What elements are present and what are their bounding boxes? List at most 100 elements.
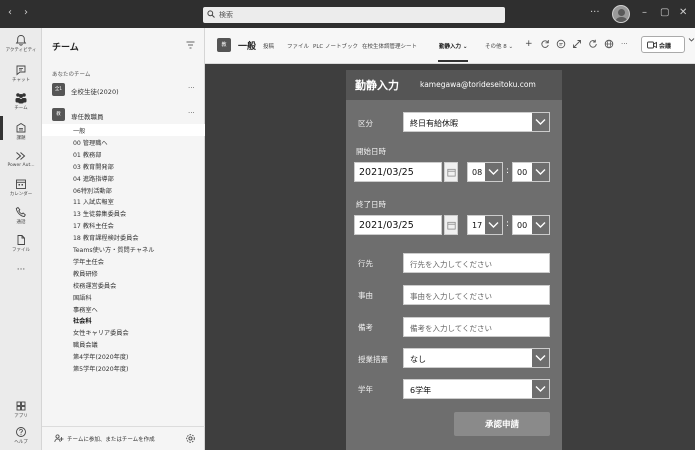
power-automate-icon xyxy=(16,152,26,160)
rail-item-assignments[interactable]: 課題 xyxy=(0,122,42,141)
channel-item[interactable]: 校務運営委員会 xyxy=(73,281,116,290)
rail-item-calls[interactable]: 通話 xyxy=(0,206,42,225)
channel-item[interactable]: 01 教務部 xyxy=(73,150,101,159)
channel-item[interactable]: 第4学年(2020年度) xyxy=(73,352,128,361)
channel-item[interactable]: 04 進路指導部 xyxy=(73,174,114,183)
chevron-down-icon[interactable] xyxy=(688,36,695,43)
channel-item[interactable]: 00 管理職へ xyxy=(73,138,108,147)
help-icon xyxy=(16,427,26,437)
rail-item-help[interactable]: ヘルプ xyxy=(0,426,42,445)
rail-label: Power Aut... xyxy=(7,163,35,168)
rail-item-activity[interactable]: アクティビティ xyxy=(0,34,42,53)
panel-title: チーム xyxy=(52,43,79,53)
forward-button[interactable]: › xyxy=(24,8,28,18)
end-minute-value: 00 xyxy=(517,221,528,230)
search-icon xyxy=(207,10,215,18)
gear-icon[interactable] xyxy=(185,433,196,444)
channel-item[interactable]: 18 教育課程検討委員会 xyxy=(73,233,139,242)
chat-bubble-icon[interactable] xyxy=(556,39,566,49)
rail-item-apps[interactable]: アプリ xyxy=(0,400,42,419)
team-item[interactable]: 全1 全校生徒(2020) ··· xyxy=(42,80,205,100)
channel-item[interactable]: 17 教科主任会 xyxy=(73,221,114,230)
channel-title: 一般 xyxy=(238,42,257,52)
meet-button[interactable]: 会議 xyxy=(641,36,685,53)
channel-tab[interactable]: PLC ノートブック xyxy=(313,42,358,50)
back-button[interactable]: ‹ xyxy=(8,8,12,18)
close-button[interactable]: ✕ xyxy=(679,7,687,19)
channel-item[interactable]: 女性キャリア委員会 xyxy=(73,328,129,337)
join-create-team[interactable]: チームに参加、またはチームを作成 xyxy=(42,426,205,450)
note-placeholder: 備考を入力してください xyxy=(410,324,493,333)
submit-approval-button[interactable]: 承認申請 xyxy=(454,412,550,436)
calendar-icon xyxy=(16,179,26,189)
end-hour-select[interactable]: 17 xyxy=(467,215,503,235)
channel-item[interactable]: 国語科 xyxy=(73,293,92,302)
rail-label: ファイル xyxy=(12,248,30,253)
start-minute-select[interactable]: 00 xyxy=(512,162,550,182)
form-title: 勤静入力 xyxy=(355,79,399,92)
class-measure-value: なし xyxy=(410,355,426,364)
channel-item[interactable]: Teams使い方・質問チャネル xyxy=(73,245,154,254)
start-label: 開始日時 xyxy=(356,147,386,156)
maximize-button[interactable]: ▢ xyxy=(660,7,669,19)
channel-item[interactable]: 11 入試広報室 xyxy=(73,197,114,206)
channel-tab[interactable]: + xyxy=(525,39,533,49)
channel-tab[interactable]: ファイル xyxy=(287,42,309,50)
channel-tab[interactable]: 勤静入力 ⌄ xyxy=(439,42,468,50)
reason-placeholder: 事由を入力してください xyxy=(410,292,493,301)
end-date-input[interactable]: 2021/03/25 xyxy=(354,215,442,235)
channel-item[interactable]: 一般 xyxy=(73,126,85,135)
chat-icon xyxy=(16,65,26,76)
rail-item-files[interactable]: ファイル xyxy=(0,234,42,253)
start-hour-select[interactable]: 08 xyxy=(467,162,503,182)
channel-item[interactable]: 事務室へ xyxy=(73,305,98,314)
note-input[interactable]: 備考を入力してください xyxy=(403,317,550,337)
start-date-input[interactable]: 2021/03/25 xyxy=(354,162,442,182)
team-item[interactable]: 教 専任教職員 ··· xyxy=(42,105,205,125)
channel-item[interactable]: 03 教育開発部 xyxy=(73,162,114,171)
rail-item-calendar[interactable]: カレンダー xyxy=(0,178,42,197)
class-measure-select[interactable]: なし xyxy=(403,348,550,368)
search-input[interactable]: 検索 xyxy=(203,7,505,23)
team-more-button[interactable]: ··· xyxy=(188,109,195,117)
channel-item[interactable]: 06特別活動部 xyxy=(73,186,112,195)
channel-item[interactable]: 学年主任会 xyxy=(73,257,104,266)
join-team-icon xyxy=(54,434,64,443)
rail-item-chat[interactable]: チャット xyxy=(0,64,42,83)
channel-item[interactable]: 教員研修 xyxy=(73,269,98,278)
channel-tab[interactable]: 在校生体調管理シート xyxy=(362,42,417,50)
more-icon: ··· xyxy=(16,265,26,275)
team-more-button[interactable]: ··· xyxy=(188,84,195,92)
channel-tab[interactable]: 投稿 xyxy=(263,42,274,50)
channel-item[interactable]: 社会科 xyxy=(73,316,92,325)
globe-icon[interactable] xyxy=(604,39,614,49)
channel-item[interactable]: 職員会議 xyxy=(73,340,98,349)
rail-label: ヘルプ xyxy=(14,440,28,445)
channel-item[interactable]: 第5学年(2020年度) xyxy=(73,364,128,373)
expand-icon[interactable] xyxy=(572,39,582,49)
refresh-icon[interactable] xyxy=(540,39,550,49)
user-avatar[interactable] xyxy=(612,5,630,23)
header-more-button[interactable]: ··· xyxy=(621,39,628,49)
channel-tab[interactable]: その他 8 ⌄ xyxy=(485,42,513,50)
active-tab-indicator xyxy=(438,60,468,62)
grade-select[interactable]: 6学年 xyxy=(403,379,550,399)
end-calendar-button[interactable] xyxy=(444,215,458,235)
destination-input[interactable]: 行先を入力してください xyxy=(403,253,550,273)
start-date-value: 2021/03/25 xyxy=(359,167,414,178)
rail-item-teams[interactable]: チーム xyxy=(0,92,42,111)
kubun-select[interactable]: 終日有給休暇 xyxy=(403,112,550,132)
minimize-button[interactable]: – xyxy=(642,7,647,19)
more-options-button[interactable]: ··· xyxy=(590,7,600,19)
rail-item-more[interactable]: ··· xyxy=(0,264,42,275)
reload-icon[interactable] xyxy=(588,39,598,49)
filter-icon[interactable] xyxy=(186,41,195,49)
rail-item-power-automate[interactable]: Power Aut... xyxy=(0,150,42,168)
start-calendar-button[interactable] xyxy=(444,162,458,182)
chevron-down-icon xyxy=(535,169,546,175)
end-minute-select[interactable]: 00 xyxy=(512,215,550,235)
reason-input[interactable]: 事由を入力してください xyxy=(403,285,550,305)
chevron-down-icon xyxy=(535,119,546,125)
selected-channel-highlight xyxy=(42,124,205,136)
channel-item[interactable]: 13 生徒募集委員会 xyxy=(73,209,126,218)
